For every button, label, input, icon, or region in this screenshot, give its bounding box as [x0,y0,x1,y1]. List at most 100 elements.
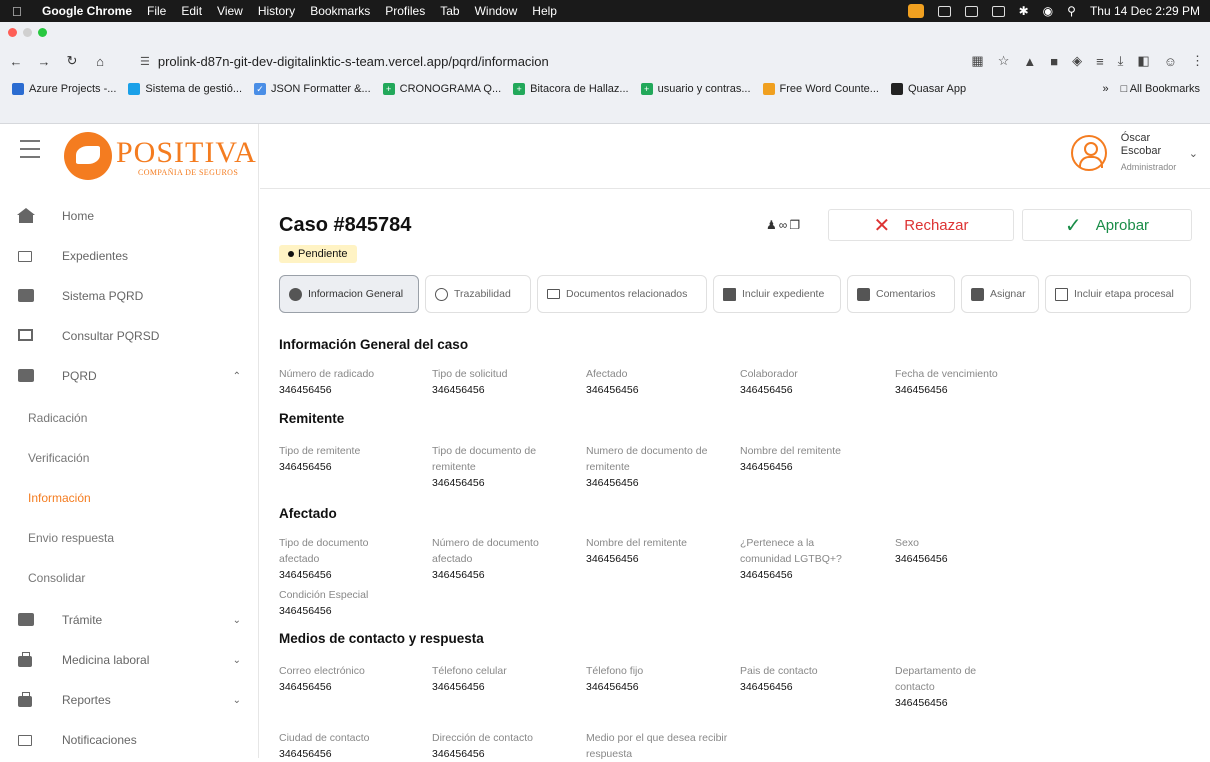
approve-button[interactable]: ✓ Aprobar [1022,209,1192,241]
bookmark-item[interactable]: + CRONOGRAMA Q... [382,83,501,95]
field-condicion-especial: Condición Especial 346456456 [279,587,429,619]
wifi-icon[interactable]: ◉ [1043,4,1053,18]
field-label: Colaborador [740,368,798,380]
sidebar-item-consultar-pqrsd[interactable]: Consultar PQRSD [0,316,259,356]
menu-history[interactable]: History [258,4,295,18]
home-icon[interactable]: ⌂ [88,54,112,69]
sidebar-subitem-verificacion[interactable]: Verificación [28,451,89,465]
sidebar-item-label: Notificaciones [62,733,137,747]
sidebar-subitem-informacion[interactable]: Información [28,491,91,505]
chevron-up-icon[interactable]: ⌃ [233,371,241,382]
field-tipo-remitente: Tipo de remitente 346456456 [279,443,429,475]
chevron-down-icon[interactable]: ⌄ [233,695,241,706]
side-panel-icon[interactable]: ◧ [1137,53,1149,69]
bookmark-item[interactable]: Quasar App [890,83,966,95]
sidebar-item-medicina-laboral[interactable]: Medicina laboral ⌄ [0,640,259,680]
bookmark-item[interactable]: Azure Projects -... [12,83,116,95]
tab-asignar[interactable]: Asignar [961,275,1039,313]
chevron-down-icon[interactable]: ⌄ [233,655,241,666]
tab-incluir-expediente[interactable]: Incluir expediente [713,275,841,313]
status-icon[interactable] [937,5,951,17]
chevron-down-icon[interactable]: ⌄ [1189,147,1198,160]
sidebar-item-expedientes[interactable]: Expedientes [0,236,259,276]
sidebar-subitem-radicacion[interactable]: Radicación [28,411,87,425]
datetime[interactable]: Thu 14 Dec 2:29 PM [1090,4,1200,18]
status-icon[interactable] [964,5,978,17]
chrome-menu-icon[interactable]: ⋮ [1191,53,1204,69]
all-bookmarks-button[interactable]: □ All Bookmarks [1121,83,1200,95]
user-menu[interactable]: Óscar Escobar Administrador ⌄ [1070,132,1198,174]
search-icon[interactable]: ⚲ [1067,4,1076,18]
sidebar-item-reportes[interactable]: Reportes ⌄ [0,680,259,720]
translate-icon[interactable]: ▦ [971,53,983,69]
bookmark-item[interactable]: + Bitacora de Hallaz... [513,83,629,95]
close-window-button[interactable] [8,28,17,37]
tab-trazabilidad[interactable]: Trazabilidad [425,275,531,313]
sidebar-item-home[interactable]: Home [0,196,259,236]
bluetooth-icon[interactable]: ✱ [1019,4,1029,18]
logo-name: POSITIVA [116,136,257,169]
back-icon[interactable]: ← [4,54,28,69]
menu-toggle-icon[interactable] [20,140,40,164]
site-settings-icon[interactable]: ☰ [140,55,150,68]
apple-icon[interactable]:  [12,4,26,19]
sidebar-item-sistema-pqrd[interactable]: Sistema PQRD [0,276,259,316]
sidebar-item-pqrd[interactable]: PQRD ⌃ [0,356,259,396]
address-bar-url[interactable]: prolink-d87n-git-dev-digitalinktic-s-tea… [158,54,549,69]
bookmark-item[interactable]: + usuario y contras... [640,83,751,95]
sidebar-item-tramite[interactable]: Trámite ⌄ [0,600,259,640]
field-value: 346456456 [432,384,485,396]
sidebar-subitem-envio-respuesta[interactable]: Envio respuesta [28,531,114,545]
bookmark-star-icon[interactable]: ☆ [998,53,1010,69]
bookmark-item[interactable]: Free Word Counte... [762,83,879,95]
status-icon[interactable] [991,5,1005,17]
avatar-icon [1070,135,1107,171]
reject-label: Rechazar [904,216,969,234]
extension-icon[interactable]: ▲ [1023,54,1036,69]
forward-icon[interactable]: → [32,54,56,69]
bookmark-item[interactable]: Sistema de gestió... [128,83,242,95]
info-icon [289,287,302,301]
menu-edit[interactable]: Edit [181,4,202,18]
menu-help[interactable]: Help [532,4,557,18]
reject-button[interactable]: ✕ Rechazar [828,209,1014,241]
link-icon[interactable]: ∞ [779,218,790,232]
reload-icon[interactable]: ↻ [60,53,84,69]
main-content: Caso #845784 Pendiente ♟∞❐ ✕ Rechazar ✓ … [260,190,1210,760]
microphone-icon[interactable] [907,4,924,18]
download-icon[interactable]: ⤓ [1118,53,1124,69]
extension-icon[interactable]: ■ [1050,54,1058,69]
more-bookmarks-button[interactable]: » [1102,83,1108,95]
menu-profiles[interactable]: Profiles [385,4,425,18]
profile-avatar-icon[interactable]: ☺ [1164,54,1177,69]
users-icon[interactable]: ♟ [766,218,779,232]
menu-tab[interactable]: Tab [440,4,459,18]
menu-bookmarks[interactable]: Bookmarks [310,4,370,18]
field-telefono-fijo: Télefono fijo 346456456 [586,663,736,695]
maximize-window-button[interactable] [38,28,47,37]
tab-comentarios[interactable]: Comentarios [847,275,955,313]
field-tipo-documento-afectado: Tipo de documento afectado 346456456 [279,535,411,583]
menu-file[interactable]: File [147,4,166,18]
menu-window[interactable]: Window [475,4,518,18]
sidebar-item-notificaciones[interactable]: Notificaciones [0,720,259,760]
tab-documentos-relacionados[interactable]: Documentos relacionados [537,275,707,313]
assign-icon [971,287,984,301]
extensions-puzzle-icon[interactable]: ◈ [1072,53,1082,69]
menu-app-name[interactable]: Google Chrome [42,4,132,18]
field-value: 346456456 [432,681,485,693]
field-label: Ciudad de contacto [279,732,370,744]
chevron-down-icon[interactable]: ⌄ [233,615,241,626]
reading-list-icon[interactable]: ≡ [1096,54,1104,69]
tab-incluir-etapa-procesal[interactable]: Incluir etapa procesal [1045,275,1191,313]
sidebar-subitem-consolidar[interactable]: Consolidar [28,571,85,585]
address-bar[interactable]: ☰ prolink-d87n-git-dev-digitalinktic-s-t… [140,50,549,72]
copy-icon[interactable]: ❐ [789,218,802,232]
field-afectado: Afectado 346456456 [586,366,736,398]
bookmark-item[interactable]: ✓ JSON Formatter &... [254,83,371,95]
minimize-window-button[interactable] [23,28,32,37]
menu-view[interactable]: View [217,4,243,18]
tab-label: Asignar [990,287,1026,300]
tab-informacion-general[interactable]: Informacion General [279,275,419,313]
positiva-logo[interactable]: POSITIVA COMPAÑIA DE SEGUROS [64,128,257,184]
